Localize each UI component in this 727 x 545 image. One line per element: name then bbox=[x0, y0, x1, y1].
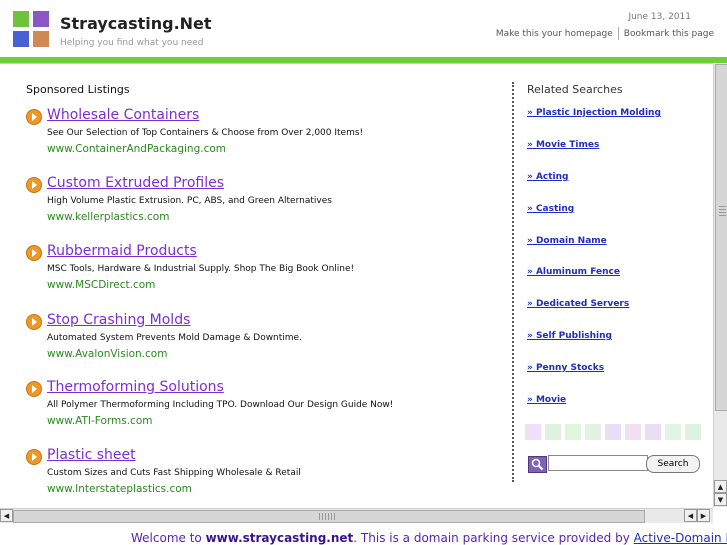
listing-title-link[interactable]: Stop Crashing Molds bbox=[47, 312, 190, 328]
related-search-link[interactable]: » Dedicated Servers bbox=[527, 299, 629, 309]
listing-url-link[interactable]: www.ContainerAndPackaging.com bbox=[47, 143, 226, 155]
listing-description: Automated System Prevents Mold Damage & … bbox=[47, 333, 302, 343]
horizontal-scrollbar[interactable]: ◀ ◀ ▶ bbox=[0, 508, 713, 523]
footer-domain: www.straycasting.net bbox=[205, 531, 354, 545]
listing-description: Custom Sizes and Cuts Fast Shipping Whol… bbox=[47, 468, 301, 478]
related-search-link[interactable]: » Plastic Injection Molding bbox=[527, 108, 661, 118]
related-search-link[interactable]: » Aluminum Fence bbox=[527, 267, 620, 277]
related-search-link[interactable]: » Penny Stocks bbox=[527, 363, 604, 373]
header-links: Make this your homepage Bookmark this pa… bbox=[496, 27, 714, 40]
listing-url-link[interactable]: www.kellerplastics.com bbox=[47, 211, 169, 223]
listing-title-link[interactable]: Rubbermaid Products bbox=[47, 243, 197, 259]
orange-arrow-icon[interactable] bbox=[26, 381, 42, 397]
related-search-link[interactable]: » Movie Times bbox=[527, 140, 599, 150]
search-input[interactable] bbox=[548, 455, 648, 471]
scroll-left-arrow-icon[interactable]: ◀ bbox=[0, 509, 13, 522]
listing-description: MSC Tools, Hardware & Industrial Supply.… bbox=[47, 264, 355, 274]
scroll-up-arrow-icon[interactable]: ▲ bbox=[714, 480, 727, 493]
related-search-link[interactable]: » Movie bbox=[527, 395, 566, 405]
color-swatch bbox=[685, 424, 701, 440]
header-link-divider bbox=[617, 27, 619, 40]
footer-prefix: Welcome to bbox=[131, 531, 206, 545]
horizontal-scroll-thumb[interactable] bbox=[13, 510, 645, 523]
scroll-grip-icon bbox=[319, 513, 335, 520]
footer-middle: . This is a domain parking service provi… bbox=[353, 531, 634, 545]
related-search-link[interactable]: » Self Publishing bbox=[527, 331, 612, 341]
bookmark-link[interactable]: Bookmark this page bbox=[624, 29, 714, 39]
listing-description: All Polymer Thermoforming Including TPO.… bbox=[47, 400, 394, 410]
logo-square-purple bbox=[33, 11, 49, 27]
color-swatch bbox=[605, 424, 621, 440]
scroll-grip-icon bbox=[719, 206, 726, 218]
listing-url-link[interactable]: www.Interstateplastics.com bbox=[47, 483, 192, 495]
column-divider bbox=[512, 82, 514, 482]
listing-url-link[interactable]: www.MSCDirect.com bbox=[47, 279, 155, 291]
color-swatch bbox=[585, 424, 601, 440]
header-bar-shadow bbox=[0, 63, 713, 64]
color-swatch bbox=[665, 424, 681, 440]
sponsored-listings-title: Sponsored Listings bbox=[26, 83, 130, 96]
listing-url-link[interactable]: www.ATI-Forms.com bbox=[47, 415, 153, 427]
site-logo bbox=[13, 11, 50, 48]
color-swatch bbox=[625, 424, 641, 440]
color-swatch-row bbox=[525, 424, 705, 440]
color-swatch bbox=[565, 424, 581, 440]
color-swatch bbox=[645, 424, 661, 440]
listing-url-link[interactable]: www.AvalonVision.com bbox=[47, 348, 167, 360]
scroll-down-arrow-icon[interactable]: ▼ bbox=[714, 493, 727, 506]
related-search-link[interactable]: » Casting bbox=[527, 204, 574, 214]
logo-square-blue bbox=[13, 31, 29, 47]
color-swatch bbox=[545, 424, 561, 440]
listing-description: See Our Selection of Top Containers & Ch… bbox=[47, 128, 364, 138]
vertical-scrollbar[interactable]: ▲ ▼ bbox=[713, 64, 727, 507]
search-button[interactable]: Search bbox=[646, 455, 700, 473]
logo-square-green bbox=[13, 11, 29, 27]
orange-arrow-icon[interactable] bbox=[26, 245, 42, 261]
orange-arrow-icon[interactable] bbox=[26, 314, 42, 330]
site-title: Straycasting.Net bbox=[60, 14, 212, 33]
listing-title-link[interactable]: Custom Extruded Profiles bbox=[47, 175, 224, 191]
color-swatch bbox=[525, 424, 541, 440]
listing-title-link[interactable]: Thermoforming Solutions bbox=[47, 379, 224, 395]
header-date: June 13, 2011 bbox=[628, 12, 691, 22]
related-search-link[interactable]: » Acting bbox=[527, 172, 568, 182]
listing-title-link[interactable]: Wholesale Containers bbox=[47, 107, 199, 123]
orange-arrow-icon[interactable] bbox=[26, 109, 42, 125]
orange-arrow-icon[interactable] bbox=[26, 177, 42, 193]
logo-square-orange bbox=[33, 31, 49, 47]
footer-provider-link[interactable]: Active-Domain LLC bbox=[634, 531, 727, 545]
listing-description: High Volume Plastic Extrusion. PC, ABS, … bbox=[47, 196, 332, 206]
homepage-link[interactable]: Make this your homepage bbox=[496, 29, 613, 39]
orange-arrow-icon[interactable] bbox=[26, 449, 42, 465]
scroll-right-arrow-icon[interactable]: ▶ bbox=[697, 509, 710, 522]
site-tagline: Helping you find what you need bbox=[60, 38, 204, 48]
related-search-link[interactable]: » Domain Name bbox=[527, 236, 607, 246]
vertical-scroll-thumb[interactable] bbox=[715, 64, 727, 411]
search-icon[interactable] bbox=[528, 456, 547, 473]
listing-title-link[interactable]: Plastic sheet bbox=[47, 447, 136, 463]
related-searches-title: Related Searches bbox=[527, 83, 623, 96]
scroll-left-arrow-icon[interactable]: ◀ bbox=[684, 509, 697, 522]
